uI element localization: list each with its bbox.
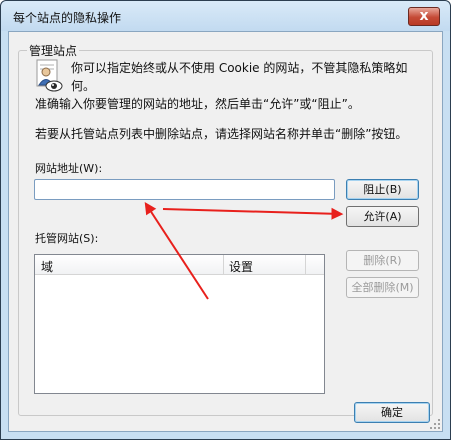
dialog-window: 每个站点的隐私操作 x 管理站点 你可以指定始终或从不使用 Cookie 的网站… <box>0 0 451 440</box>
annotation-arrows <box>144 201 344 300</box>
